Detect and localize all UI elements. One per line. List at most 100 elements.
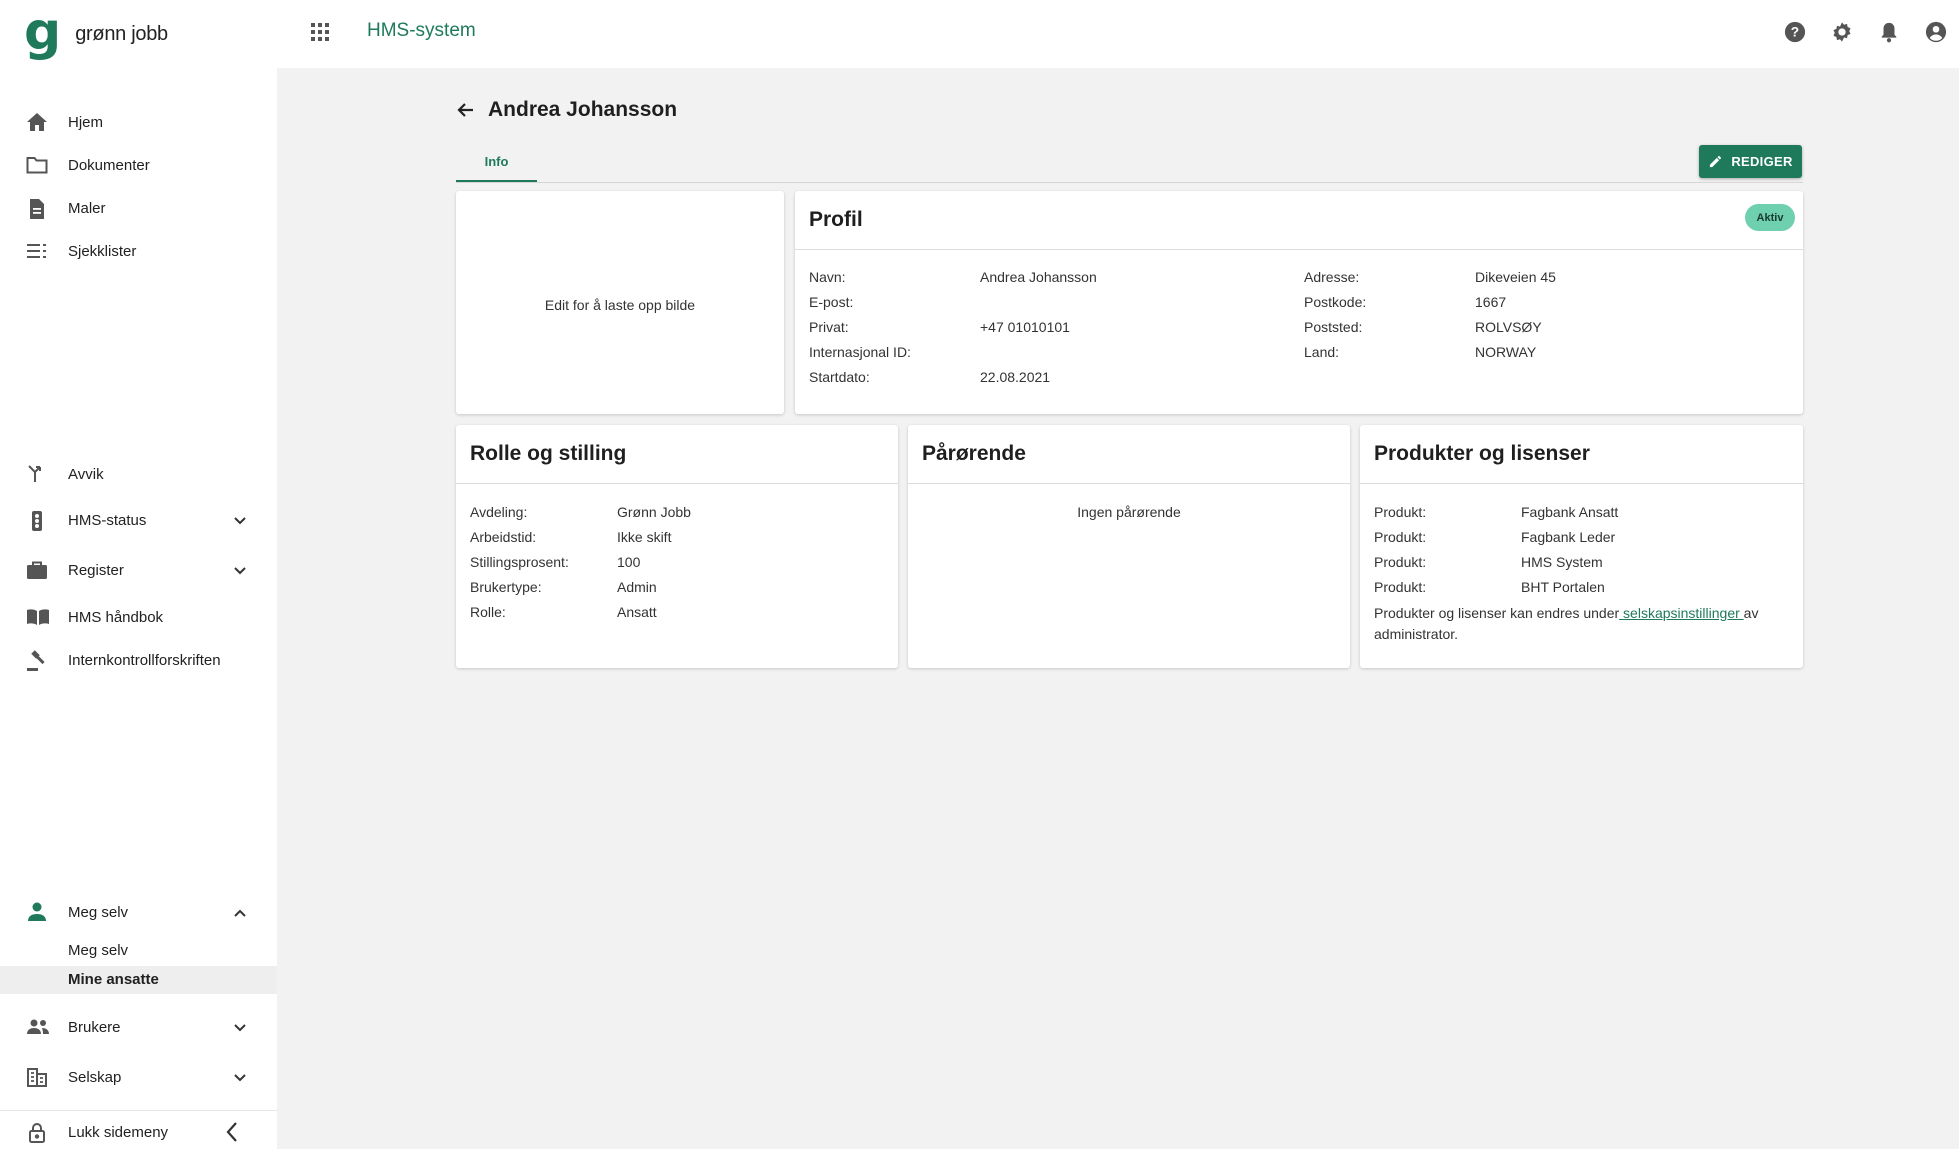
- logo-mark: g: [24, 2, 62, 62]
- sidebar-item-register[interactable]: Register: [0, 551, 277, 589]
- notifications-icon[interactable]: [1865, 18, 1912, 46]
- sidebar-item-label: Meg selv: [68, 903, 129, 921]
- lock-icon: [26, 1122, 48, 1143]
- card-header: Produkter og lisenser: [1360, 425, 1803, 484]
- chevron-down-icon: [233, 513, 247, 530]
- product-label: Produkt:: [1374, 504, 1427, 520]
- profile-label: E-post:: [809, 294, 854, 310]
- sidebar: Hjem Dokumenter Maler Sjekklister Avvik …: [0, 68, 277, 1149]
- product-labels: Produkt: Produkt: Produkt: Produkt:: [1374, 500, 1426, 600]
- profile-label: Land:: [1304, 344, 1340, 360]
- app-title[interactable]: HMS-system: [367, 20, 476, 42]
- profile-value-country: NORWAY: [1475, 344, 1537, 360]
- account-icon[interactable]: [1912, 18, 1959, 46]
- profile-card: Profil Aktiv Navn: E-post: Privat: Inter…: [795, 191, 1803, 414]
- note-text: Produkter og lisenser kan endres under: [1374, 605, 1620, 621]
- edit-button[interactable]: REDIGER: [1699, 145, 1802, 178]
- sidebar-item-label: Maler: [68, 199, 106, 217]
- edit-button-label: REDIGER: [1731, 154, 1793, 169]
- profile-label: Privat:: [809, 319, 849, 335]
- sidebar-item-sjekklister[interactable]: Sjekklister: [0, 232, 277, 270]
- page-title: Andrea Johansson: [488, 98, 678, 121]
- logo-text: grønn jobb: [75, 22, 168, 45]
- sidebar-item-selskap[interactable]: Selskap: [0, 1058, 277, 1096]
- sidebar-item-hms-handbok[interactable]: HMS håndbok: [0, 598, 277, 636]
- role-label: Avdeling:: [470, 504, 528, 520]
- profile-value-address: Dikeveien 45: [1475, 269, 1556, 285]
- chevron-left-icon[interactable]: [225, 1121, 239, 1147]
- chevron-down-icon: [233, 1070, 247, 1087]
- profile-label: Internasjonal ID:: [809, 344, 911, 360]
- sidebar-item-label: Sjekklister: [68, 242, 137, 260]
- role-label: Brukertype:: [470, 579, 542, 595]
- card-title: Pårørende: [922, 442, 1026, 465]
- sidebar-subitem-mine-ansatte[interactable]: Mine ansatte: [0, 966, 277, 994]
- role-label: Arbeidstid:: [470, 529, 537, 545]
- sidebar-subitem-label: Meg selv: [68, 942, 129, 959]
- sidebar-item-label: Avvik: [68, 465, 104, 483]
- relatives-card: Pårørende Ingen pårørende: [908, 425, 1350, 668]
- profile-image-card[interactable]: Edit for å laste opp bilde: [456, 191, 784, 414]
- role-labels: Avdeling: Arbeidstid: Stillingsprosent: …: [470, 500, 569, 625]
- sidebar-item-hjem[interactable]: Hjem: [0, 103, 277, 141]
- profile-labels-left: Navn: E-post: Privat: Internasjonal ID: …: [809, 265, 911, 390]
- product-values: Fagbank Ansatt Fagbank Leder HMS System …: [1521, 500, 1618, 600]
- sidebar-item-label: Dokumenter: [68, 156, 150, 174]
- sidebar-item-label: Register: [68, 561, 124, 579]
- role-values: Grønn Jobb Ikke skift 100 Admin Ansatt: [617, 500, 691, 625]
- building-icon: [26, 1067, 48, 1087]
- role-value-worktime: Ikke skift: [617, 529, 672, 545]
- card-title: Rolle og stilling: [470, 442, 627, 465]
- card-header: Profil Aktiv: [795, 191, 1803, 250]
- chevron-down-icon: [233, 563, 247, 580]
- sidebar-subitem-meg-selv[interactable]: Meg selv: [0, 937, 277, 965]
- gavel-icon: [26, 650, 48, 671]
- profile-label: Poststed:: [1304, 319, 1363, 335]
- tab-divider: [456, 182, 1803, 183]
- sidebar-item-internkontrollforskriften[interactable]: Internkontrollforskriften: [0, 641, 277, 679]
- settings-icon[interactable]: [1818, 18, 1865, 46]
- sidebar-item-hms-status[interactable]: HMS-status: [0, 501, 277, 539]
- back-arrow-icon[interactable]: [456, 100, 476, 125]
- product-label: Produkt:: [1374, 579, 1427, 595]
- traffic-light-icon: [26, 510, 48, 531]
- sidebar-item-label: Lukk sidemeny: [68, 1123, 169, 1141]
- upload-image-hint: Edit for å laste opp bilde: [544, 297, 696, 313]
- card-title: Profil: [809, 208, 863, 231]
- sidebar-item-maler[interactable]: Maler: [0, 189, 277, 227]
- people-icon: [26, 1017, 49, 1037]
- tab-info[interactable]: Info: [456, 150, 537, 183]
- sidebar-item-avvik[interactable]: Avvik: [0, 455, 277, 493]
- sidebar-item-brukere[interactable]: Brukere: [0, 1008, 277, 1046]
- products-note: Produkter og lisenser kan endres under s…: [1374, 603, 1790, 645]
- help-icon[interactable]: ?: [1771, 18, 1818, 46]
- role-value-usertype: Admin: [617, 579, 657, 595]
- card-header: Rolle og stilling: [456, 425, 898, 484]
- role-value-department: Grønn Jobb: [617, 504, 691, 520]
- profile-value-city: ROLVSØY: [1475, 319, 1542, 335]
- logo[interactable]: g grønn jobb: [24, 6, 168, 58]
- profile-values-right: Dikeveien 45 1667 ROLVSØY NORWAY: [1475, 265, 1556, 365]
- profile-labels-right: Adresse: Postkode: Poststed: Land:: [1304, 265, 1366, 365]
- sidebar-item-label: HMS-status: [68, 511, 147, 529]
- profile-label: Adresse:: [1304, 269, 1360, 285]
- product-value: Fagbank Ansatt: [1521, 504, 1619, 520]
- sidebar-item-label: Selskap: [68, 1068, 122, 1086]
- top-app-bar: g grønn jobb HMS-system ?: [0, 0, 1959, 68]
- status-badge: Aktiv: [1745, 204, 1795, 231]
- top-actions: ?: [1771, 18, 1959, 46]
- sidebar-item-lukk-sidemeny[interactable]: Lukk sidemeny: [0, 1113, 277, 1149]
- sidebar-item-label: Hjem: [68, 113, 104, 131]
- apps-grid-icon[interactable]: [310, 22, 330, 47]
- book-icon: [26, 607, 49, 627]
- pencil-icon: [1710, 155, 1722, 168]
- sidebar-item-meg-selv[interactable]: Meg selv: [0, 893, 277, 931]
- svg-text:?: ?: [1790, 25, 1798, 40]
- company-settings-link[interactable]: selskapsinstillinger: [1619, 605, 1744, 621]
- profile-value-intl-id: [980, 340, 1097, 365]
- sidebar-item-dokumenter[interactable]: Dokumenter: [0, 146, 277, 184]
- product-value: HMS System: [1521, 554, 1603, 570]
- sidebar-item-label: HMS håndbok: [68, 608, 164, 626]
- role-card: Rolle og stilling Avdeling: Arbeidstid: …: [456, 425, 898, 668]
- empty-relatives-text: Ingen pårørende: [1077, 504, 1181, 520]
